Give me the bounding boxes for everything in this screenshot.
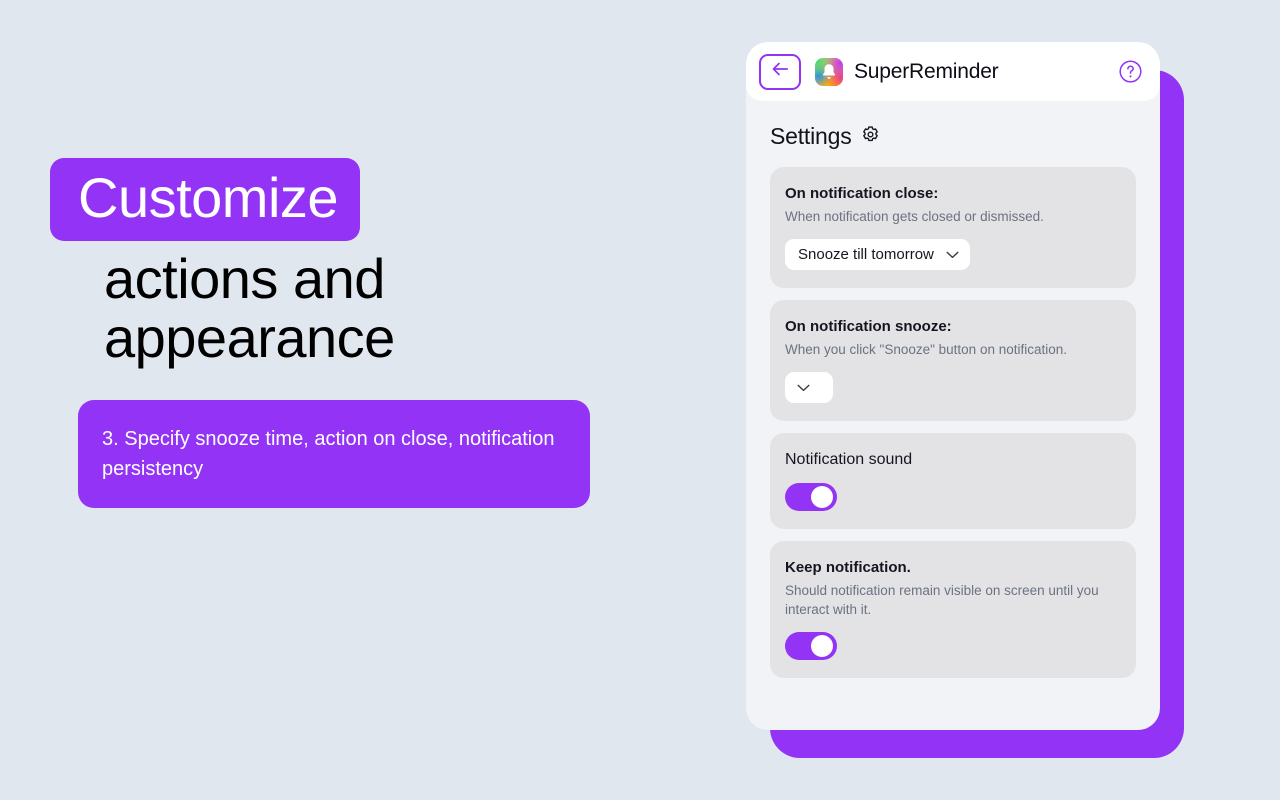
select-value: Snooze till tomorrow <box>798 246 934 263</box>
headline-highlight: Customize <box>50 158 361 241</box>
setting-subtitle: When you click "Snooze" button on notifi… <box>785 342 1067 357</box>
on-notification-snooze-select[interactable] <box>785 372 833 403</box>
toggle-knob <box>811 486 833 508</box>
arrow-left-icon <box>772 62 789 81</box>
setting-title: Keep notification. <box>785 559 911 576</box>
notification-sound-toggle[interactable] <box>785 483 837 511</box>
headline-rest: actions and appearance <box>104 247 395 369</box>
step-caption-text: 3. Specify snooze time, action on close,… <box>102 428 555 480</box>
setting-card-on-notification-close: On notification close: When notification… <box>770 167 1136 288</box>
gear-icon <box>861 125 880 149</box>
setting-title: On notification close: <box>785 185 939 202</box>
app-mockup: SuperReminder Settings On notification c… <box>746 42 1186 760</box>
setting-subtitle: Should notification remain visible on sc… <box>785 583 1099 617</box>
keep-notification-toggle[interactable] <box>785 632 837 660</box>
chevron-down-icon <box>797 379 810 397</box>
on-notification-close-select[interactable]: Snooze till tomorrow <box>785 239 970 270</box>
setting-subtitle: When notification gets closed or dismiss… <box>785 209 1044 224</box>
chevron-down-icon <box>946 246 959 264</box>
bell-app-icon <box>815 57 843 86</box>
app-title: SuperReminder <box>854 59 999 83</box>
step-caption-box: 3. Specify snooze time, action on close,… <box>78 400 590 508</box>
setting-card-on-notification-snooze: On notification snooze: When you click "… <box>770 300 1136 421</box>
promo-block: Customize actions and appearance <box>50 158 638 369</box>
page-title: Customize actions and appearance <box>50 158 638 369</box>
setting-card-notification-sound: Notification sound <box>770 433 1136 529</box>
setting-title: On notification snooze: <box>785 318 952 335</box>
app-titlebar: SuperReminder <box>746 42 1160 101</box>
settings-heading-label: Settings <box>770 123 852 149</box>
setting-title: Notification sound <box>785 451 913 468</box>
app-window: SuperReminder Settings On notification c… <box>746 42 1160 730</box>
back-button[interactable] <box>759 53 801 90</box>
setting-card-keep-notification: Keep notification. Should notification r… <box>770 541 1136 678</box>
settings-heading: Settings <box>770 123 1136 150</box>
question-mark-circle-icon[interactable] <box>1119 60 1142 83</box>
settings-panel: Settings On notification close: When not… <box>746 101 1160 730</box>
toggle-knob <box>811 635 833 657</box>
